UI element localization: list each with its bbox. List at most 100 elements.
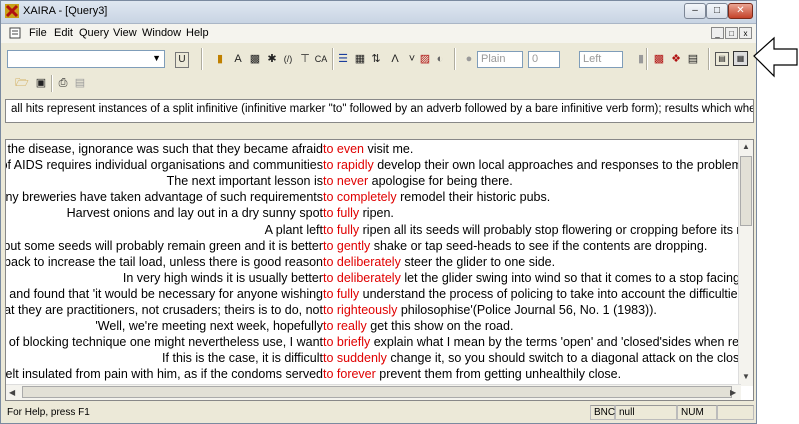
concordance-row[interactable]: If this is the case, it is difficult to s… bbox=[6, 351, 753, 367]
tree-icon[interactable]: ⊤ bbox=[298, 52, 312, 66]
node-and-right-context: to really get this show on the road. bbox=[323, 319, 513, 333]
window-title: XAIRA - [Query3] bbox=[23, 5, 108, 17]
chevron-down-icon: ▼ bbox=[152, 53, 161, 63]
concordance-row[interactable]: f the disease, ignorance was such that t… bbox=[6, 142, 741, 158]
line-view-icon[interactable]: ▦ bbox=[733, 51, 748, 66]
right-context: let the glider swing into wind so that i… bbox=[404, 270, 751, 285]
scroll-right-icon[interactable]: ▶ bbox=[730, 388, 736, 397]
minimize-button[interactable]: – bbox=[684, 3, 706, 19]
right-context: remodel their historic pubs. bbox=[400, 190, 551, 205]
print-icon[interactable]: ⎙ bbox=[56, 76, 70, 90]
mdi-close-button[interactable]: x bbox=[739, 27, 752, 39]
concordance-row[interactable]: e and found that 'it would be necessary … bbox=[6, 286, 744, 303]
clipboard-icon[interactable]: ▩ bbox=[248, 52, 262, 66]
status-value: null bbox=[615, 405, 677, 420]
node-word: to deliberately bbox=[323, 254, 401, 269]
node-word: to never bbox=[323, 174, 369, 189]
save-icon[interactable]: ▣ bbox=[34, 76, 48, 90]
menu-query[interactable]: Query bbox=[79, 27, 109, 39]
left-context: Harvest onions and lay out in a dry sunn… bbox=[66, 206, 323, 221]
concordance-row[interactable]: any breweries have taken advantage of su… bbox=[6, 190, 741, 206]
left-context: of AIDS requires individual organisation… bbox=[5, 158, 323, 173]
left-context: s of blocking technique one might nevert… bbox=[5, 335, 323, 350]
right-context: understand the process of policing to ta… bbox=[362, 286, 744, 301]
toolbar-separator bbox=[646, 48, 648, 70]
link-icon[interactable]: CA bbox=[314, 52, 328, 66]
menu-view[interactable]: View bbox=[113, 27, 137, 39]
query-info-panel: all hits represent instances of a split … bbox=[5, 99, 754, 123]
concordance-row[interactable]: at they are practitioners, not crusaders… bbox=[6, 303, 741, 319]
node-word: to rapidly bbox=[323, 158, 374, 173]
open-folder-icon[interactable]: 🗁 bbox=[15, 76, 29, 90]
node-word: to suddenly bbox=[323, 351, 387, 366]
align-select[interactable]: Left bbox=[579, 51, 623, 68]
scroll-up-icon[interactable]: ▲ bbox=[742, 142, 750, 151]
scroll-down-icon[interactable]: ▼ bbox=[742, 372, 750, 381]
vertical-scrollbar[interactable]: ▲ ▼ bbox=[738, 140, 753, 386]
right-context: prevent them from getting unhealthily cl… bbox=[379, 367, 622, 382]
asterisk-icon[interactable]: ✱ bbox=[265, 52, 279, 66]
concordance-row[interactable]: of AIDS requires individual organisation… bbox=[5, 158, 752, 174]
list-icon[interactable]: ☰ bbox=[336, 52, 350, 66]
concordance-row[interactable]: but some seeds will probably remain gree… bbox=[6, 239, 741, 255]
chart-icon[interactable]: ▤ bbox=[686, 52, 700, 66]
right-context: philosophise'(Police Journal 56, No. 1 (… bbox=[400, 303, 657, 317]
left-context: The next important lesson is bbox=[166, 174, 323, 189]
report-icon[interactable]: ❖ bbox=[669, 52, 683, 66]
concordance-row[interactable]: felt insulated from pain with him, as if… bbox=[6, 367, 741, 383]
left-context: f the disease, ignorance was such that t… bbox=[5, 142, 323, 156]
mdi-minimize-button[interactable]: _ bbox=[711, 27, 724, 39]
right-context: shake or tap seed-heads to see if the co… bbox=[373, 238, 708, 253]
menu-file[interactable]: File bbox=[29, 27, 47, 39]
concordance-row[interactable]: Harvest onions and lay out in a dry sunn… bbox=[6, 206, 741, 222]
size-field[interactable]: 0 bbox=[528, 51, 560, 68]
record-icon: ● bbox=[465, 53, 473, 65]
node-and-right-context: to deliberately steer the glider to one … bbox=[323, 255, 555, 269]
concordance-row[interactable]: The next important lesson is to never apo… bbox=[6, 174, 741, 190]
toolbar-separator bbox=[51, 75, 53, 92]
concordance-panel: f the disease, ignorance was such that t… bbox=[5, 139, 754, 401]
close-button[interactable]: ✕ bbox=[728, 3, 753, 19]
toolbar-separator bbox=[708, 48, 710, 70]
maximize-button[interactable]: □ bbox=[706, 3, 728, 19]
menu-window[interactable]: Window bbox=[142, 27, 181, 39]
status-bar: For Help, press F1 BNC null NUM bbox=[1, 403, 756, 423]
concordance-row[interactable]: In very high winds it is usually better t… bbox=[6, 271, 750, 287]
sort-icon[interactable]: ⇅ bbox=[369, 52, 383, 66]
u-button[interactable]: U bbox=[175, 52, 189, 68]
export-icon[interactable]: ▨ bbox=[418, 52, 432, 66]
concordance-row[interactable]: s of blocking technique one might nevert… bbox=[5, 335, 749, 351]
query-description: all hits represent instances of a split … bbox=[11, 103, 754, 115]
mdi-restore-button[interactable]: □ bbox=[725, 27, 738, 39]
circle-icon[interactable]: ◐ bbox=[433, 52, 447, 66]
style-select[interactable]: Plain bbox=[477, 51, 523, 68]
title-bar[interactable]: XAIRA - [Query3] – □ ✕ bbox=[1, 1, 756, 24]
right-context: ripen all its seeds will probably stop f… bbox=[362, 222, 751, 237]
right-context: ripen. bbox=[362, 206, 394, 221]
pdf-icon[interactable]: ▩ bbox=[652, 52, 666, 66]
concordance-row[interactable]: A plant left to fully ripen all its seeds… bbox=[6, 223, 751, 239]
text-a-icon[interactable]: A bbox=[231, 52, 245, 66]
secondary-toolbar: 🗁 ▣ ⎙ ▤ bbox=[1, 73, 756, 95]
flag-icon[interactable]: ▮ bbox=[213, 52, 227, 66]
pointer-arrow-icon bbox=[753, 36, 798, 78]
node-and-right-context: to gently shake or tap seed-heads to see… bbox=[323, 239, 707, 253]
print-preview-icon: ▤ bbox=[74, 77, 86, 89]
query-combo[interactable]: ▼ bbox=[7, 50, 165, 68]
grid-icon[interactable]: ▦ bbox=[353, 52, 367, 66]
concordance-row[interactable]: 'Well, we're meeting next week, hopefull… bbox=[6, 319, 741, 335]
left-context: any breweries have taken advantage of su… bbox=[5, 190, 323, 205]
parentheses-icon[interactable]: (/) bbox=[281, 52, 295, 66]
horizontal-scrollbar[interactable]: ◀ ▶ bbox=[6, 384, 741, 400]
document-icon[interactable] bbox=[9, 27, 21, 39]
kwic-view-icon[interactable]: ▤ bbox=[715, 52, 729, 66]
menu-bar: File Edit Query View Window Help _ □ x bbox=[1, 24, 756, 43]
menu-edit[interactable]: Edit bbox=[54, 27, 73, 39]
chevron-down-icon[interactable]: ˅ bbox=[405, 52, 419, 66]
scroll-left-icon[interactable]: ◀ bbox=[9, 388, 15, 397]
menu-help[interactable]: Help bbox=[186, 27, 209, 39]
collocation-icon[interactable]: Λ bbox=[388, 52, 402, 66]
vertical-scroll-thumb[interactable] bbox=[740, 156, 752, 226]
horizontal-scroll-thumb[interactable] bbox=[22, 386, 732, 398]
concordance-row[interactable]: back to increase the tail load, unless t… bbox=[6, 255, 741, 271]
